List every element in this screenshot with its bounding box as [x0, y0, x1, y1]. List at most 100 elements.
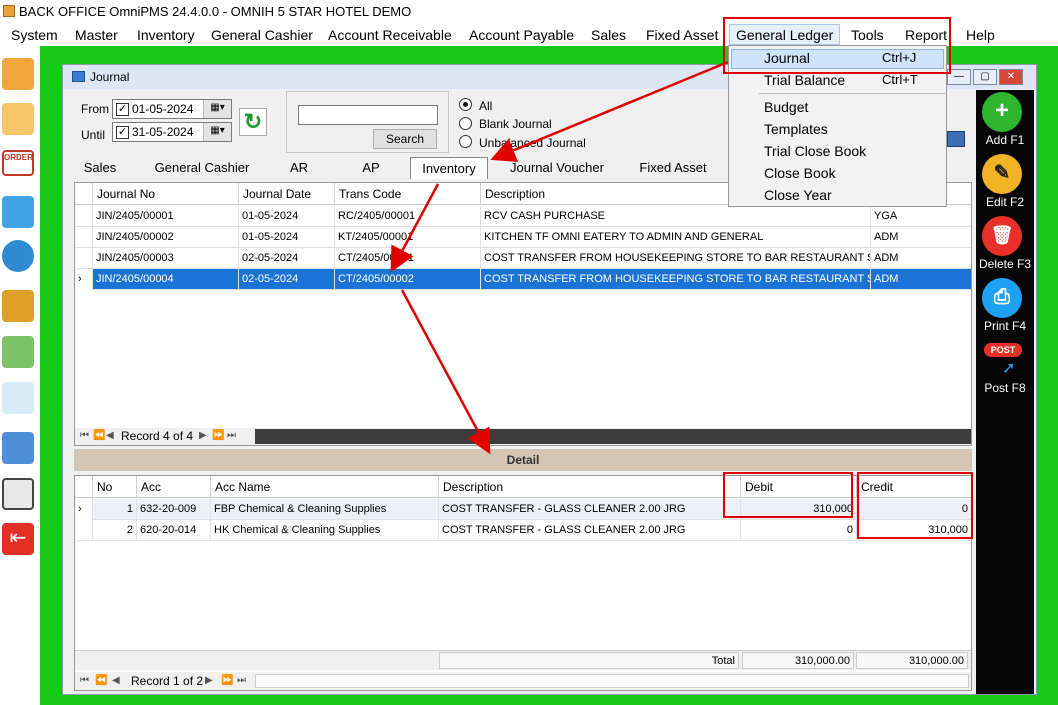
money-bag-icon[interactable]	[2, 290, 34, 322]
next-page-button[interactable]: ⏩	[212, 430, 224, 441]
add-button-label[interactable]: Add F1	[976, 133, 1034, 147]
table-row[interactable]: 2 620-20-014 HK Chemical & Cleaning Supp…	[75, 520, 971, 541]
payment-phone-icon[interactable]	[2, 382, 34, 414]
col-trans-code[interactable]: Trans Code	[335, 183, 481, 205]
no-cell: 2	[93, 520, 137, 541]
post-button-label[interactable]: Post F8	[976, 381, 1034, 395]
plus-icon[interactable]: +	[982, 92, 1022, 132]
menu-system[interactable]: System	[11, 27, 58, 43]
cycle-icon[interactable]	[2, 240, 34, 272]
menu-inventory[interactable]: Inventory	[137, 27, 195, 43]
col-acc[interactable]: Acc	[137, 476, 211, 498]
filter-unbalanced-radio[interactable]	[459, 135, 472, 148]
ledger-icon[interactable]	[2, 432, 34, 464]
col-journal-no[interactable]: Journal No	[93, 183, 239, 205]
tab-sales[interactable]: Sales	[75, 157, 125, 179]
last-record-button[interactable]: ⏭	[237, 675, 246, 686]
tab-ap[interactable]: AP	[347, 157, 395, 179]
checklist-icon[interactable]	[2, 103, 34, 135]
next-record-button[interactable]: ▶	[205, 675, 213, 686]
printer-small-icon[interactable]	[947, 131, 965, 147]
description-cell: COST TRANSFER FROM HOUSEKEEPING STORE TO…	[481, 269, 871, 290]
journal-record-counter: Record 4 of 4	[121, 429, 194, 443]
col-acc-name[interactable]: Acc Name	[211, 476, 439, 498]
cash-hand-icon[interactable]	[2, 336, 34, 368]
menu-fixed-asset[interactable]: Fixed Asset	[646, 27, 718, 43]
filter-blank-radio[interactable]	[459, 117, 472, 130]
acc-name-cell: FBP Chemical & Cleaning Supplies	[211, 499, 439, 520]
first-record-button[interactable]: ⏮	[80, 430, 89, 441]
from-date-checkbox[interactable]: ✓	[116, 103, 129, 116]
prev-page-button[interactable]: ⏪	[95, 675, 107, 686]
search-button[interactable]: Search	[373, 129, 437, 149]
table-row[interactable]: JIN/2405/00002 01-05-2024 KT/2405/00001 …	[75, 227, 971, 248]
calendar-dropdown-icon[interactable]: ▦▾	[203, 123, 231, 141]
journal-date-cell: 01-05-2024	[239, 227, 335, 248]
from-label: From	[81, 102, 109, 116]
menu-item-budget[interactable]: Budget	[764, 99, 808, 115]
prev-page-button[interactable]: ⏪	[93, 430, 105, 441]
refresh-icon[interactable]: ↻	[239, 108, 267, 136]
menu-item-close-book[interactable]: Close Book	[764, 165, 836, 181]
menu-master[interactable]: Master	[75, 27, 118, 43]
menu-account-payable[interactable]: Account Payable	[469, 27, 574, 43]
tab-journal-voucher[interactable]: Journal Voucher	[500, 157, 614, 179]
menu-help[interactable]: Help	[966, 27, 995, 43]
boxes-icon[interactable]	[2, 58, 34, 90]
table-row[interactable]: JIN/2405/00001 01-05-2024 RC/2405/00001 …	[75, 206, 971, 227]
last-record-button[interactable]: ⏭	[227, 430, 236, 441]
prev-record-button[interactable]: ◀	[106, 430, 114, 441]
table-row[interactable]: JIN/2405/00003 02-05-2024 CT/2405/00001 …	[75, 248, 971, 269]
horizontal-scrollbar[interactable]	[255, 674, 969, 688]
printer-icon[interactable]: ⎙	[982, 278, 1022, 318]
exit-icon[interactable]: ⇤	[2, 523, 34, 555]
menu-account-receivable[interactable]: Account Receivable	[328, 27, 452, 43]
edit-icon[interactable]: ✎	[982, 154, 1022, 194]
tab-ar[interactable]: AR	[277, 157, 321, 179]
description-cell: KITCHEN TF OMNI EATERY TO ADMIN AND GENE…	[481, 227, 871, 248]
trans-code-cell: KT/2405/00001	[335, 227, 481, 248]
menu-item-close-year[interactable]: Close Year	[764, 187, 832, 203]
col-detail-description[interactable]: Description	[439, 476, 741, 498]
report-chart-icon[interactable]	[2, 478, 34, 510]
tab-inventory[interactable]: Inventory	[410, 157, 488, 179]
horizontal-scrollbar[interactable]	[255, 429, 971, 444]
until-date-picker[interactable]: ✓ 31-05-2024 ▦▾	[112, 122, 232, 142]
col-no[interactable]: No	[93, 476, 137, 498]
filter-blank-label: Blank Journal	[479, 117, 552, 131]
action-toolbar: + Add F1 ✎ Edit F2 🗑 Delete F3 ⎙ Print F…	[976, 90, 1034, 694]
edit-button-label[interactable]: Edit F2	[976, 195, 1034, 209]
tab-fixed-asset[interactable]: Fixed Asset	[631, 157, 715, 179]
journal-date-cell: 02-05-2024	[239, 248, 335, 269]
calendar-dropdown-icon[interactable]: ▦▾	[203, 100, 231, 118]
cart-icon[interactable]	[2, 196, 34, 228]
table-row-selected[interactable]: › JIN/2405/00004 02-05-2024 CT/2405/0000…	[75, 269, 971, 290]
menu-general-cashier[interactable]: General Cashier	[211, 27, 313, 43]
delete-button-label[interactable]: Delete F3	[976, 257, 1034, 271]
maximize-button[interactable]: ▢	[973, 69, 997, 85]
menu-sales[interactable]: Sales	[591, 27, 626, 43]
next-record-button[interactable]: ▶	[199, 430, 207, 441]
tab-general-cashier[interactable]: General Cashier	[143, 157, 261, 179]
detail-totals-row: Total 310,000.00 310,000.00	[75, 650, 971, 670]
from-date-picker[interactable]: ✓ 01-05-2024 ▦▾	[112, 99, 232, 119]
total-credit: 310,000.00	[856, 652, 968, 669]
until-date-checkbox[interactable]: ✓	[116, 126, 129, 139]
menu-item-trial-close-book[interactable]: Trial Close Book	[764, 143, 866, 159]
search-input[interactable]	[298, 105, 438, 125]
menu-item-templates[interactable]: Templates	[764, 121, 828, 137]
prev-record-button[interactable]: ◀	[112, 675, 120, 686]
next-page-button[interactable]: ⏩	[221, 675, 233, 686]
description-cell: COST TRANSFER - GLASS CLEANER 2.00 JRG	[439, 520, 741, 541]
trans-code-cell: CT/2405/00002	[335, 269, 481, 290]
menu-divider	[759, 93, 945, 94]
col-journal-date[interactable]: Journal Date	[239, 183, 335, 205]
order-icon[interactable]: ORDER	[2, 150, 34, 176]
print-button-label[interactable]: Print F4	[976, 319, 1034, 333]
first-record-button[interactable]: ⏮	[80, 675, 89, 686]
trash-icon[interactable]: 🗑	[982, 216, 1022, 256]
post-icon[interactable]: POST	[984, 343, 1022, 357]
filter-all-radio[interactable]	[459, 98, 472, 111]
close-button[interactable]: ✕	[999, 69, 1023, 85]
menu-item-trial-balance[interactable]: Trial Balance	[764, 72, 845, 88]
